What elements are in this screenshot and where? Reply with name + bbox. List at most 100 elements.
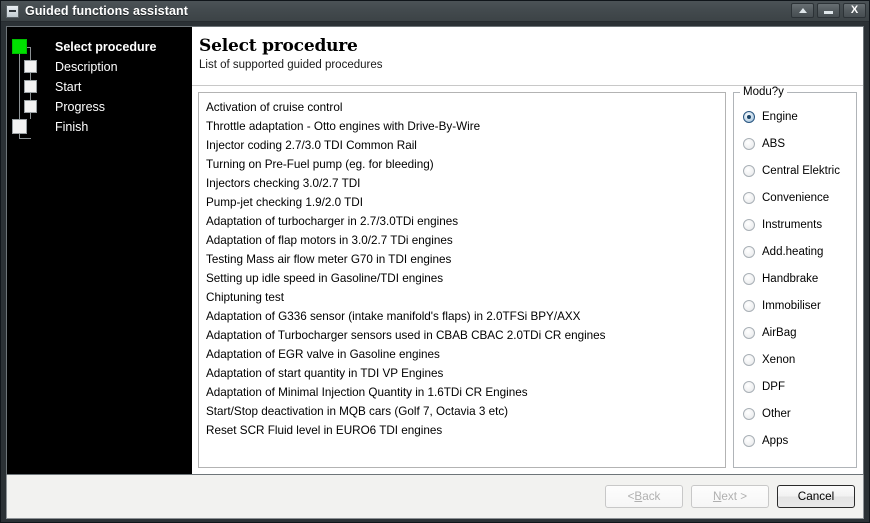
sidebar-step-start[interactable]: Start bbox=[7, 77, 192, 97]
step-label: Start bbox=[55, 80, 82, 94]
wizard-steps-sidebar: Select procedure Description Start Progr… bbox=[7, 27, 192, 474]
page-header: Select procedure List of supported guide… bbox=[192, 27, 863, 86]
procedures-list[interactable]: Activation of cruise control Throttle ad… bbox=[198, 92, 726, 468]
page-subtitle: List of supported guided procedures bbox=[199, 59, 383, 71]
selection-row: Activation of cruise control Throttle ad… bbox=[192, 86, 863, 474]
window-controls: X bbox=[791, 3, 866, 18]
list-item[interactable]: Reset SCR Fluid level in EURO6 TDI engin… bbox=[199, 421, 725, 440]
list-item[interactable]: Chiptuning test bbox=[199, 288, 725, 307]
list-item[interactable]: Activation of cruise control bbox=[199, 98, 725, 117]
radio-option-apps[interactable]: Apps bbox=[734, 427, 856, 454]
step-node-active-icon bbox=[12, 39, 27, 54]
sidebar-step-finish[interactable]: Finish bbox=[7, 117, 192, 137]
radio-option-central-elektric[interactable]: Central Elektric bbox=[734, 157, 856, 184]
main-panel: Select procedure List of supported guide… bbox=[192, 27, 863, 474]
minimize-button[interactable] bbox=[817, 3, 840, 18]
dialog-footer: < Back Next > Cancel bbox=[6, 475, 864, 519]
window-menu-icon[interactable] bbox=[6, 4, 19, 18]
list-item[interactable]: Adaptation of EGR valve in Gasoline engi… bbox=[199, 345, 725, 364]
radio-icon-selected[interactable] bbox=[743, 110, 755, 123]
close-button[interactable]: X bbox=[843, 3, 866, 18]
radio-label: Other bbox=[762, 407, 791, 420]
radio-label: Immobiliser bbox=[762, 299, 821, 312]
tree-connector-bottom bbox=[19, 138, 31, 139]
radio-icon[interactable] bbox=[743, 164, 755, 177]
chevron-up-icon bbox=[798, 8, 807, 13]
list-item[interactable]: Adaptation of Turbocharger sensors used … bbox=[199, 326, 725, 345]
step-node-icon bbox=[12, 119, 27, 134]
restore-button[interactable] bbox=[791, 3, 814, 18]
list-item[interactable]: Injector coding 2.7/3.0 TDI Common Rail bbox=[199, 136, 725, 155]
radio-label: Instruments bbox=[762, 218, 823, 231]
step-node-icon bbox=[24, 100, 37, 113]
step-node-icon bbox=[24, 60, 37, 73]
radio-icon[interactable] bbox=[743, 218, 755, 231]
step-label: Select procedure bbox=[55, 40, 157, 54]
next-button[interactable]: Next > bbox=[691, 485, 769, 508]
list-item[interactable]: Adaptation of flap motors in 3.0/2.7 TDi… bbox=[199, 231, 725, 250]
list-item[interactable]: Turning on Pre-Fuel pump (eg. for bleedi… bbox=[199, 155, 725, 174]
list-item[interactable]: Adaptation of turbocharger in 2.7/3.0TDi… bbox=[199, 212, 725, 231]
sidebar-step-select-procedure[interactable]: Select procedure bbox=[7, 37, 192, 57]
radio-option-instruments[interactable]: Instruments bbox=[734, 211, 856, 238]
radio-option-other[interactable]: Other bbox=[734, 400, 856, 427]
radio-icon[interactable] bbox=[743, 407, 755, 420]
page-title: Select procedure bbox=[199, 36, 358, 56]
window-body: Select procedure Description Start Progr… bbox=[1, 22, 869, 522]
radio-label: Xenon bbox=[762, 353, 796, 366]
step-label: Description bbox=[55, 60, 118, 74]
list-item[interactable]: Testing Mass air flow meter G70 in TDI e… bbox=[199, 250, 725, 269]
radio-label: Convenience bbox=[762, 191, 830, 204]
content-area: Select procedure Description Start Progr… bbox=[6, 26, 864, 475]
radio-label: ABS bbox=[762, 137, 786, 150]
modules-group-legend: Modu?y bbox=[740, 86, 787, 98]
title-bar: Guided functions assistant X bbox=[1, 1, 869, 22]
radio-icon[interactable] bbox=[743, 434, 755, 447]
step-label: Finish bbox=[55, 120, 89, 134]
radio-option-airbag[interactable]: AirBag bbox=[734, 319, 856, 346]
radio-icon[interactable] bbox=[743, 353, 755, 366]
back-button[interactable]: < Back bbox=[605, 485, 683, 508]
radio-option-dpf[interactable]: DPF bbox=[734, 373, 856, 400]
radio-icon[interactable] bbox=[743, 299, 755, 312]
radio-label: Apps bbox=[762, 434, 789, 447]
radio-option-add-heating[interactable]: Add.heating bbox=[734, 238, 856, 265]
guided-functions-assistant-window: Guided functions assistant X Select proc bbox=[0, 0, 870, 523]
radio-icon[interactable] bbox=[743, 245, 755, 258]
sidebar-step-progress[interactable]: Progress bbox=[7, 97, 192, 117]
radio-label: Central Elektric bbox=[762, 164, 840, 177]
radio-option-convenience[interactable]: Convenience bbox=[734, 184, 856, 211]
radio-label: AirBag bbox=[762, 326, 797, 339]
list-item[interactable]: Throttle adaptation - Otto engines with … bbox=[199, 117, 725, 136]
minimize-icon bbox=[824, 10, 833, 14]
radio-option-xenon[interactable]: Xenon bbox=[734, 346, 856, 373]
close-icon: X bbox=[850, 4, 859, 16]
radio-icon[interactable] bbox=[743, 191, 755, 204]
step-list: Select procedure Description Start Progr… bbox=[7, 37, 192, 139]
radio-icon[interactable] bbox=[743, 380, 755, 393]
modules-group: Modu?y Engine ABS Central Elektric Conve… bbox=[733, 86, 857, 468]
list-item[interactable]: Pump-jet checking 1.9/2.0 TDI bbox=[199, 193, 725, 212]
radio-option-immobiliser[interactable]: Immobiliser bbox=[734, 292, 856, 319]
cancel-button[interactable]: Cancel bbox=[777, 485, 855, 508]
list-item[interactable]: Adaptation of G336 sensor (intake manifo… bbox=[199, 307, 725, 326]
radio-label: Engine bbox=[762, 110, 798, 123]
step-label: Progress bbox=[55, 100, 106, 114]
radio-label: DPF bbox=[762, 380, 785, 393]
list-item[interactable]: Injectors checking 3.0/2.7 TDI bbox=[199, 174, 725, 193]
radio-icon[interactable] bbox=[743, 326, 755, 339]
radio-option-abs[interactable]: ABS bbox=[734, 130, 856, 157]
radio-icon[interactable] bbox=[743, 272, 755, 285]
window-title: Guided functions assistant bbox=[25, 4, 189, 18]
step-node-icon bbox=[24, 80, 37, 93]
radio-label: Handbrake bbox=[762, 272, 819, 285]
list-item[interactable]: Setting up idle speed in Gasoline/TDI en… bbox=[199, 269, 725, 288]
list-item[interactable]: Adaptation of start quantity in TDI VP E… bbox=[199, 364, 725, 383]
radio-label: Add.heating bbox=[762, 245, 824, 258]
radio-icon[interactable] bbox=[743, 137, 755, 150]
sidebar-step-description[interactable]: Description bbox=[7, 57, 192, 77]
list-item[interactable]: Start/Stop deactivation in MQB cars (Gol… bbox=[199, 402, 725, 421]
list-item[interactable]: Adaptation of Minimal Injection Quantity… bbox=[199, 383, 725, 402]
radio-option-handbrake[interactable]: Handbrake bbox=[734, 265, 856, 292]
radio-option-engine[interactable]: Engine bbox=[734, 103, 856, 130]
